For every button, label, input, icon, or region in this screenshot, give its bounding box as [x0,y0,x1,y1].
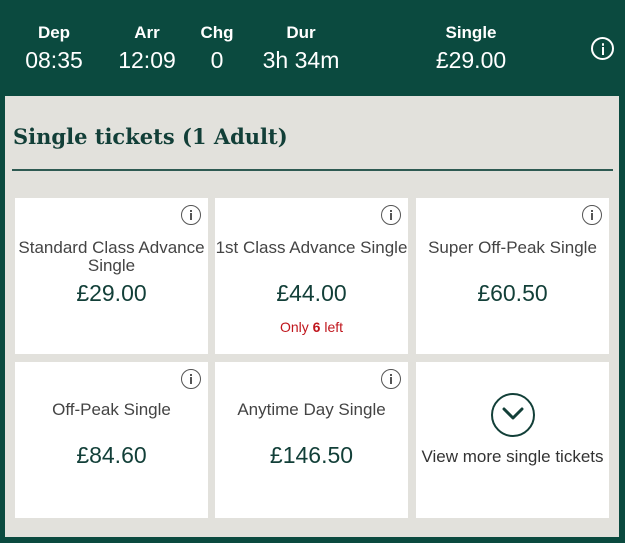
duration-col: Dur 3h 34m [255,22,347,75]
info-icon[interactable] [181,369,201,389]
changes-label: Chg [200,23,234,42]
availability-note: Only 6 left [279,319,344,335]
view-more-tickets-button[interactable]: View more single tickets [416,362,609,518]
arrival-label: Arr [134,23,160,42]
ticket-price: £29.00 [76,280,147,306]
info-icon[interactable] [582,205,602,225]
arrival-time: 12:09 [118,47,176,73]
duration-label: Dur [286,23,316,42]
changes-col: Chg 0 [197,22,237,75]
single-tickets-panel: Single tickets (1 Adult) Standard Class … [5,96,619,537]
ticket-name: Anytime Day Single [237,400,386,419]
ticket-card-standard-advance[interactable]: Standard Class Advance Single £29.00 [15,198,208,354]
chevron-down-icon[interactable] [491,393,535,437]
ticket-card-first-advance[interactable]: 1st Class Advance Single £44.00 Only 6 l… [215,198,408,354]
ticket-price: £60.50 [477,280,548,306]
journey-frame: Dep 08:35 Arr 12:09 Chg 0 Dur 3h 34m Sin… [0,0,625,543]
ticket-card-super-off-peak[interactable]: Super Off-Peak Single £60.50 [416,198,609,354]
fare-value: £29.00 [435,47,507,73]
section-title: Single tickets (1 Adult) [13,124,288,149]
view-more-label: View more single tickets [421,447,604,466]
fare-col: Single £29.00 [425,22,517,75]
ticket-card-off-peak[interactable]: Off-Peak Single £84.60 [15,362,208,518]
ticket-card-anytime-day[interactable]: Anytime Day Single £146.50 [215,362,408,518]
arrival-col: Arr 12:09 [115,22,179,75]
ticket-price: £84.60 [76,442,147,468]
info-icon[interactable] [381,205,401,225]
fare-label: Single [445,23,497,42]
duration-value: 3h 34m [262,47,340,73]
ticket-name: 1st Class Advance Single [215,238,408,257]
departure-time: 08:35 [25,47,83,73]
ticket-name: Super Off-Peak Single [428,238,597,257]
ticket-name: Standard Class Advance Single [18,238,205,275]
info-icon[interactable] [181,205,201,225]
ticket-name: Off-Peak Single [52,400,171,419]
changes-value: 0 [210,47,224,73]
section-divider [12,169,613,171]
ticket-price: £44.00 [276,280,347,306]
info-icon[interactable] [381,369,401,389]
ticket-price: £146.50 [269,442,354,468]
departure-col: Dep 08:35 [23,22,85,75]
journey-summary-header[interactable]: Dep 08:35 Arr 12:09 Chg 0 Dur 3h 34m Sin… [0,0,625,95]
info-icon[interactable] [591,37,614,60]
departure-label: Dep [37,23,71,42]
